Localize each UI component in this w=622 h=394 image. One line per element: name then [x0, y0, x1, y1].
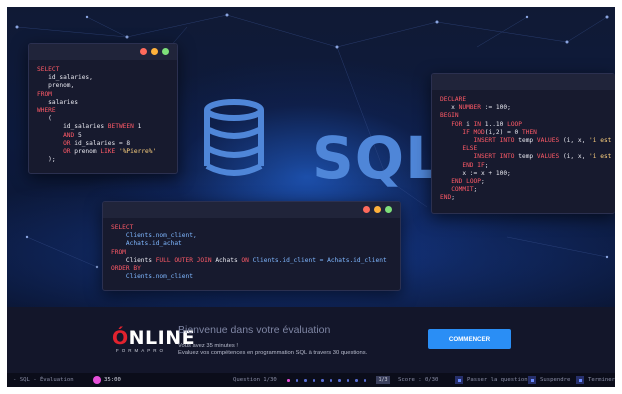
code-line: ELSE [462, 145, 478, 153]
question-dot[interactable] [295, 379, 298, 382]
code-line: AND 5 [63, 131, 82, 139]
question-dot[interactable] [355, 379, 358, 382]
code-block: SELECT id_salaries, prenom, FROM salaries… [29, 60, 177, 170]
status-bar: - SQL - Évaluation 35:00 Question 1/30 1… [7, 373, 615, 387]
window-titlebar [432, 74, 615, 90]
logo-subtitle: FORMAPRO [116, 348, 167, 353]
code-block: SELECT Clients.nom_client, Achats.id_ach… [103, 218, 400, 287]
question-dot[interactable] [363, 379, 366, 382]
maximize-dot-icon [162, 48, 169, 55]
suspend-button[interactable]: Suspendre [540, 377, 570, 383]
code-line: WHERE [37, 107, 56, 115]
question-dot[interactable] [346, 379, 349, 382]
suspend-icon[interactable] [528, 376, 536, 384]
code-line: Clients FULL OUTER JOIN Achats ON Client… [111, 256, 387, 264]
window-titlebar [29, 44, 177, 60]
question-dot[interactable] [304, 379, 307, 382]
minimize-dot-icon [374, 206, 381, 213]
code-line: id_salaries BETWEEN 1 [37, 123, 142, 131]
page-indicator[interactable]: 1/3 [376, 376, 390, 384]
timer: 35:00 [104, 377, 121, 383]
code-block: DECLARE x NUMBER := 100; BEGIN FOR i IN 1… [432, 90, 615, 209]
start-button[interactable]: COMMENCER [428, 329, 511, 349]
app-frame: SQL SELECT id_salaries, prenom, FROM sala… [7, 7, 615, 387]
welcome-title: Bienvenue dans votre évaluation [178, 324, 331, 336]
code-line: prenom, [37, 82, 75, 90]
score: Score : 0/30 [398, 377, 439, 383]
question-dot[interactable] [338, 379, 341, 382]
skip-question-button[interactable]: Passer la question [467, 377, 528, 383]
question-counter: Question 1/30 [233, 377, 277, 383]
code-line: DECLARE [440, 96, 467, 103]
code-line: FOR i IN 1..10 LOOP [451, 120, 522, 128]
code-line: END LOOP; [451, 178, 485, 186]
code-line: Clients.nom_client, [111, 232, 197, 240]
code-line: FROM [111, 248, 126, 256]
question-dot[interactable] [321, 379, 324, 382]
code-line: ( [37, 115, 52, 123]
hero-banner: SQL SELECT id_salaries, prenom, FROM sala… [7, 7, 615, 307]
code-line: OR prenom LIKE '%Pierre%' [63, 148, 157, 156]
welcome-panel: ÓNLINE FORMAPRO Bienvenue dans votre éva… [7, 307, 615, 373]
finish-button[interactable]: Terminer [588, 377, 615, 383]
code-window-select-salaries: SELECT id_salaries, prenom, FROM salaries… [28, 43, 178, 174]
skip-icon[interactable] [455, 376, 463, 384]
window-titlebar [103, 202, 400, 218]
timer-icon [93, 376, 101, 384]
code-line: SELECT [111, 224, 134, 231]
exam-name: - SQL - Évaluation [13, 377, 74, 383]
finish-icon[interactable] [576, 376, 584, 384]
code-line: OR id_salaries = 8 [63, 139, 131, 147]
code-line: IF MOD(i,2) = 0 THEN [462, 128, 537, 136]
code-line: BEGIN [440, 112, 459, 120]
code-line: INSERT INTO temp VALUES (i, x, 'i est [473, 153, 612, 161]
code-line: SELECT [37, 66, 60, 73]
evaluation-description: Evaluez vos compétences en programmation… [178, 350, 368, 356]
question-progress [287, 379, 366, 382]
code-line: x NUMBER := 100; [440, 104, 511, 112]
maximize-dot-icon [385, 206, 392, 213]
code-line: salaries [37, 98, 78, 106]
code-window-full-outer-join: SELECT Clients.nom_client, Achats.id_ach… [102, 201, 401, 291]
time-notice: Vous avez 35 minutes ! [178, 343, 238, 349]
code-line: Achats.id_achat [111, 240, 182, 248]
question-dot[interactable] [329, 379, 332, 382]
minimize-dot-icon [151, 48, 158, 55]
code-window-plsql-loop: DECLARE x NUMBER := 100; BEGIN FOR i IN 1… [431, 73, 615, 214]
code-line: ); [37, 156, 56, 164]
code-line: INSERT INTO temp VALUES (i, x, 'i est [473, 137, 612, 145]
code-line: END IF; [462, 161, 489, 169]
code-line: END; [440, 194, 455, 202]
close-dot-icon [140, 48, 147, 55]
code-line: ORDER BY [111, 265, 141, 273]
question-dot[interactable] [312, 379, 315, 382]
code-line: FROM [37, 90, 52, 98]
code-line: x := x + 100; [440, 169, 511, 177]
sql-logo-text: SQL [312, 124, 444, 192]
close-dot-icon [363, 206, 370, 213]
code-line: Clients.nom_client [111, 273, 193, 281]
code-line: COMMIT; [451, 186, 478, 194]
code-line: id_salaries, [37, 74, 93, 82]
database-icon [204, 99, 264, 176]
question-dot[interactable] [287, 379, 290, 382]
